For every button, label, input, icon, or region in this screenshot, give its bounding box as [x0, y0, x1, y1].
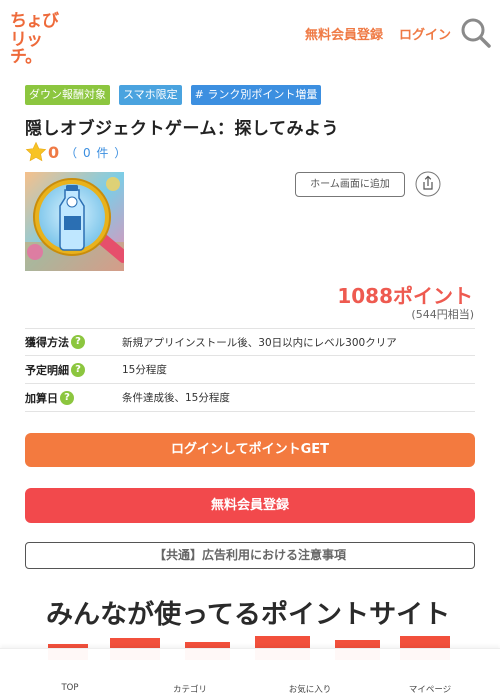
offer-title: 隠しオブジェクトゲーム：探してみよう [25, 119, 339, 139]
offer-tags: ダウン報酬対象 スマホ限定 # ランク別ポイント増量 [25, 85, 322, 105]
ad-notice-button[interactable]: 【共通】広告利用における注意事項 [25, 542, 475, 569]
info-value: 15分程度 [122, 364, 167, 376]
header-login-link[interactable]: ログイン [399, 24, 451, 43]
header: ちょび リッチ。 無料会員登録 ログイン [0, 0, 500, 66]
rating-value: 0 [48, 142, 60, 162]
page: ちょび リッチ。 無料会員登録 ログイン ダウン報酬対象 スマホ限定 # ランク… [0, 0, 500, 700]
add-to-home-button[interactable]: ホーム画面に追加 [295, 172, 405, 197]
login-get-points-button[interactable]: ログインしてポイントGET [25, 433, 475, 467]
search-icon[interactable] [460, 17, 492, 49]
chobirich-logo[interactable]: ちょび リッチ。 [10, 11, 70, 66]
tab-favorites[interactable]: お気に入り [270, 683, 350, 695]
logo-text-line1: ちょび [10, 11, 59, 31]
info-row-method: 獲得方法 ? 新規アプリインストール後、30日以内にレベル300クリア [25, 328, 475, 356]
logo-text-line2: リッチ。 [10, 30, 43, 67]
info-key-label: 加算日 [25, 391, 58, 405]
points-yen-equivalent: (544円相当) [411, 308, 474, 321]
tab-top[interactable]: TOP [30, 683, 110, 693]
help-icon[interactable]: ? [71, 335, 85, 349]
free-register-button[interactable]: 無料会員登録 [25, 488, 475, 523]
info-key-label: 獲得方法 [25, 336, 69, 349]
tab-mypage[interactable]: マイページ [390, 683, 470, 695]
tag-rank-bonus: # ランク別ポイント増量 [190, 85, 322, 105]
bottom-tab-bar: TOP カテゴリ お気に入り マイページ [0, 648, 500, 700]
offer-info-table: 獲得方法 ? 新規アプリインストール後、30日以内にレベル300クリア 予定明細… [25, 328, 475, 412]
tag-smartphone-only: スマホ限定 [119, 85, 182, 105]
rating: 0 （ 0 件 ） [25, 141, 127, 163]
info-row-credit-date: 加算日 ? 条件達成後、15分程度 [25, 384, 475, 412]
info-key-label: 予定明細 [25, 363, 69, 377]
star-icon [25, 141, 47, 162]
banner-headline: みんなが使ってるポイントサイト [46, 600, 451, 630]
header-register-link[interactable]: 無料会員登録 [305, 24, 383, 43]
info-value: 条件達成後、15分程度 [122, 392, 230, 404]
app-icon [25, 172, 124, 271]
share-icon[interactable] [415, 171, 441, 197]
info-row-schedule: 予定明細 ? 15分程度 [25, 356, 475, 384]
tab-category[interactable]: カテゴリ [150, 683, 230, 695]
rating-count-link[interactable]: （ 0 件 ） [65, 144, 127, 161]
points-value: 1088ポイント [337, 284, 473, 308]
info-value: 新規アプリインストール後、30日以内にレベル300クリア [122, 336, 397, 349]
tag-download-reward: ダウン報酬対象 [25, 85, 110, 105]
help-icon[interactable]: ? [60, 390, 74, 405]
help-icon[interactable]: ? [71, 362, 85, 377]
